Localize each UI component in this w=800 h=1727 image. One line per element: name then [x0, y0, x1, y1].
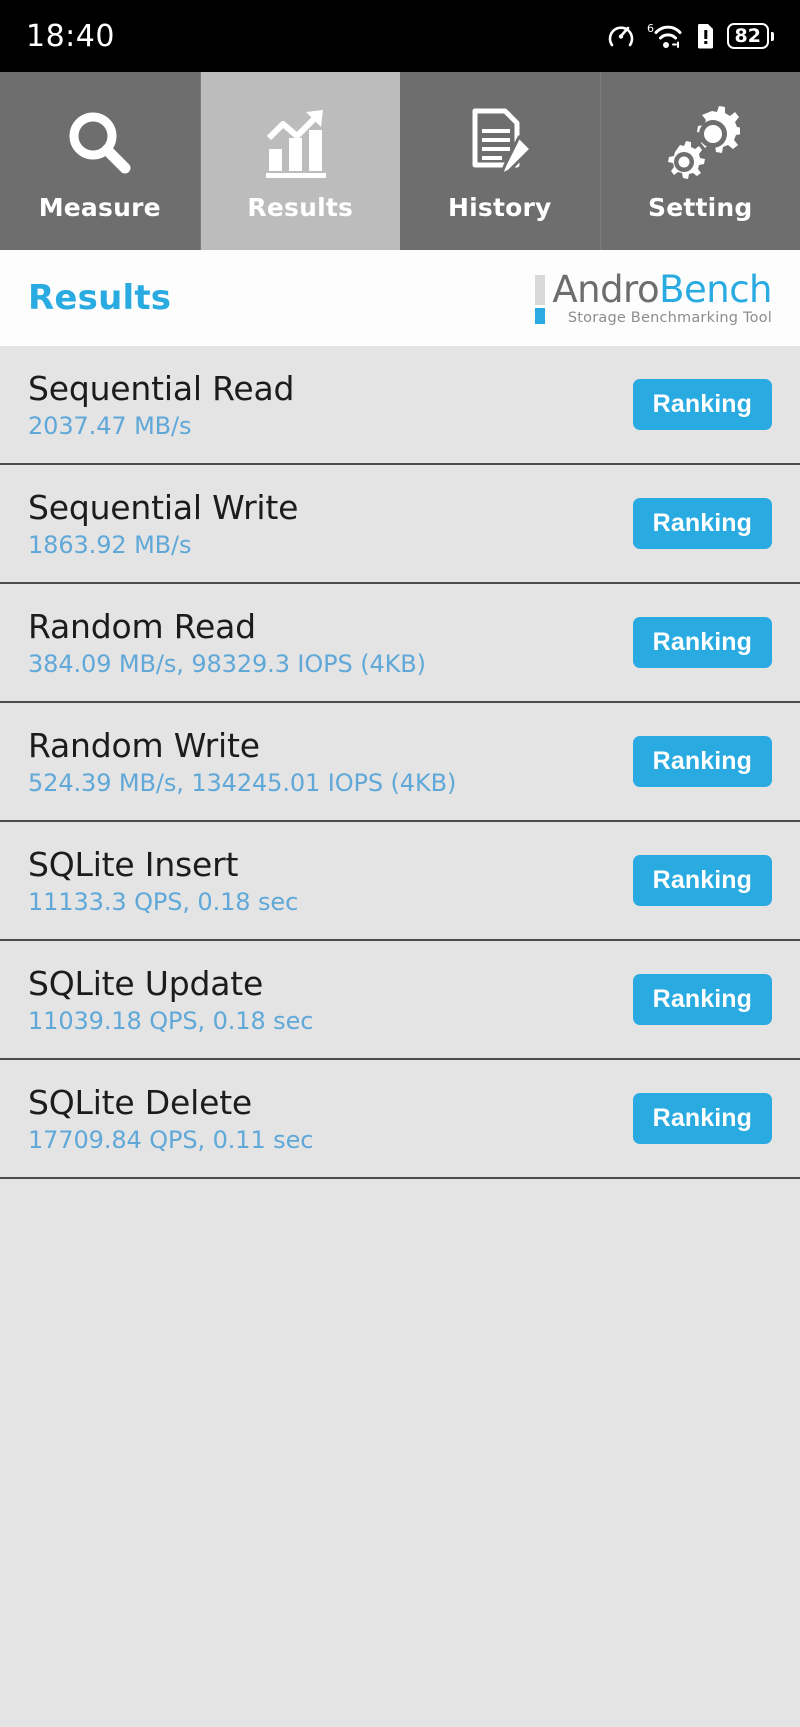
bar-chart-icon: [261, 101, 339, 187]
logo-bar-blue: [535, 307, 546, 324]
result-row[interactable]: Sequential Write 1863.92 MB/s Ranking: [0, 465, 800, 584]
battery-level: 82: [726, 23, 769, 49]
svg-text:6: 6: [647, 22, 654, 35]
status-clock: 18:40: [26, 18, 115, 54]
ranking-button[interactable]: Ranking: [632, 498, 772, 549]
result-value: 17709.84 QPS, 0.11 sec: [28, 1126, 314, 1154]
logo-bar-gray: [535, 274, 546, 305]
result-row-texts: SQLite Delete 17709.84 QPS, 0.11 sec: [28, 1083, 313, 1154]
results-list: Sequential Read 2037.47 MB/s Ranking Sequen…: [0, 346, 800, 1179]
result-value: 11133.3 QPS, 0.18 sec: [28, 888, 299, 916]
page-header: Results AndroBench Storage Benchmarking …: [0, 250, 800, 346]
logo-bars-icon: [535, 274, 546, 324]
logo-word-bench: Bench: [659, 267, 772, 311]
ranking-button[interactable]: Ranking: [632, 855, 772, 906]
document-edit-icon: [461, 101, 539, 187]
sim-alert-icon: [696, 23, 716, 49]
tab-history-label: History: [447, 192, 552, 222]
result-name: SQLite Delete: [28, 1083, 253, 1122]
battery-cap: [771, 31, 774, 41]
ranking-button[interactable]: Ranking: [632, 617, 772, 668]
result-row[interactable]: SQLite Update 11039.18 QPS, 0.18 sec Ranki…: [0, 941, 800, 1060]
tab-results-label: Results: [247, 192, 354, 222]
result-name: SQLite Update: [28, 964, 264, 1003]
result-row[interactable]: Random Read 384.09 MB/s, 98329.3 IOPS (4K…: [0, 584, 800, 703]
result-row[interactable]: SQLite Delete 17709.84 QPS, 0.11 sec Ranki…: [0, 1060, 800, 1179]
result-value: 2037.47 MB/s: [28, 412, 192, 440]
ranking-button[interactable]: Ranking: [632, 736, 772, 787]
result-value: 1863.92 MB/s: [28, 531, 192, 559]
data-saver-icon: [606, 23, 636, 49]
logo-tagline: Storage Benchmarking Tool: [567, 309, 772, 326]
search-icon: [61, 101, 139, 187]
tab-setting[interactable]: Setting: [600, 72, 800, 250]
result-row[interactable]: Sequential Read 2037.47 MB/s Ranking: [0, 346, 800, 465]
page-title: Results: [28, 278, 172, 318]
result-name: SQLite Insert: [28, 845, 239, 884]
logo-word-andro: Andro: [552, 267, 660, 311]
result-name: Sequential Write: [28, 488, 299, 527]
gears-icon: [660, 101, 741, 187]
result-value: 11039.18 QPS, 0.18 sec: [28, 1007, 314, 1035]
battery-icon: 82: [726, 23, 774, 49]
tab-history[interactable]: History: [400, 72, 601, 250]
ranking-button[interactable]: Ranking: [632, 379, 772, 430]
status-bar: 18:40 6 82: [0, 0, 800, 72]
status-icons: 6 82: [606, 22, 774, 50]
logo-wordmark: AndroBench: [552, 267, 772, 311]
tab-bar: Measure Results History Setting: [0, 72, 800, 250]
result-row-texts: Random Write 524.39 MB/s, 134245.01 IOPS …: [28, 726, 456, 797]
tab-setting-label: Setting: [647, 192, 753, 222]
result-name: Sequential Read: [28, 369, 295, 408]
result-name: Random Read: [28, 607, 256, 646]
result-row-texts: Random Read 384.09 MB/s, 98329.3 IOPS (4K…: [28, 607, 426, 678]
ranking-button[interactable]: Ranking: [632, 974, 772, 1025]
androbench-logo: AndroBench Storage Benchmarking Tool: [535, 267, 772, 326]
result-row[interactable]: SQLite Insert 11133.3 QPS, 0.18 sec Rankin…: [0, 822, 800, 941]
empty-area: [0, 1179, 800, 1639]
result-value: 524.39 MB/s, 134245.01 IOPS (4KB): [28, 769, 457, 797]
tab-measure-label: Measure: [38, 192, 161, 222]
result-row-texts: SQLite Insert 11133.3 QPS, 0.18 sec: [28, 845, 298, 916]
result-row-texts: Sequential Write 1863.92 MB/s: [28, 488, 298, 559]
tab-measure[interactable]: Measure: [0, 72, 201, 250]
result-row-texts: SQLite Update 11039.18 QPS, 0.18 sec: [28, 964, 313, 1035]
logo-text: AndroBench Storage Benchmarking Tool: [552, 267, 772, 326]
wifi-6-icon: 6: [647, 22, 685, 50]
tab-results[interactable]: Results: [200, 72, 400, 250]
result-row-texts: Sequential Read 2037.47 MB/s: [28, 369, 294, 440]
result-name: Random Write: [28, 726, 260, 765]
ranking-button[interactable]: Ranking: [632, 1093, 772, 1144]
result-value: 384.09 MB/s, 98329.3 IOPS (4KB): [28, 650, 426, 678]
result-row[interactable]: Random Write 524.39 MB/s, 134245.01 IOPS …: [0, 703, 800, 822]
